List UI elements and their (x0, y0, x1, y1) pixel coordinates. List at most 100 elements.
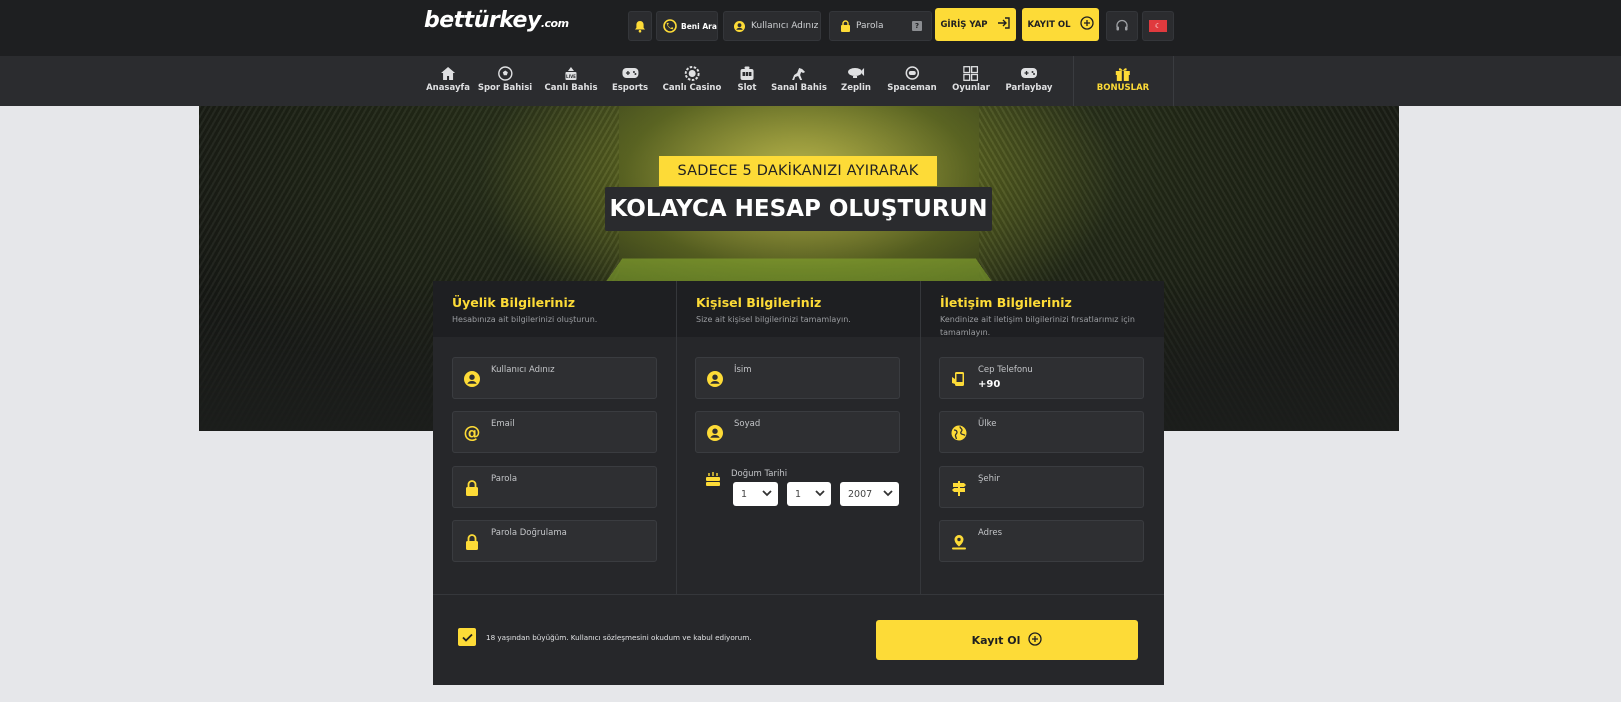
birth-month-value: 1 (795, 488, 802, 500)
field-label: Soyad (734, 419, 761, 429)
register-button[interactable]: KAYIT OL (1022, 8, 1099, 41)
map-pin-icon (950, 533, 968, 551)
nav-label: Esports (611, 83, 649, 93)
membership-title: Üyelik Bilgileriniz (452, 295, 576, 310)
register-label: KAYIT OL (1027, 19, 1071, 30)
membership-desc: Hesabınıza ait bilgilerinizi oluşturun. (452, 315, 598, 324)
login-button[interactable]: GİRİŞ YAP (935, 8, 1016, 41)
field-label: İsim (734, 365, 752, 375)
nav-divider (1073, 56, 1074, 106)
birthday-cake-icon (705, 471, 721, 491)
soccer-ball-icon (497, 65, 513, 81)
password-placeholder: Parola (856, 21, 884, 31)
column-divider (676, 281, 677, 595)
nav-label: Anasayfa (426, 83, 470, 93)
nav-label: Zeplin (841, 83, 871, 93)
lock-icon (841, 20, 850, 32)
nav-label: Spor Bahisi (477, 83, 533, 93)
nav-item-spaceman[interactable]: Spaceman (887, 65, 937, 93)
contact-header: İletişim Bilgileriniz Kendinize ait ilet… (921, 281, 1164, 337)
contact-desc: Kendinize ait iletişim bilgilerinizi fır… (940, 313, 1164, 339)
user-icon (463, 370, 481, 388)
nav-label: Parlaybay (1005, 83, 1053, 93)
plus-circle-icon (1079, 16, 1094, 33)
nav-item-oyunlar[interactable]: Oyunlar (952, 65, 990, 93)
nav-item-anasayfa[interactable]: Anasayfa (426, 65, 470, 93)
chevron-down-icon (883, 490, 893, 497)
nav-label: Canlı Casino (662, 83, 722, 93)
field-label: Parola (491, 474, 518, 484)
nav-item-parlaybay[interactable]: Parlaybay (1005, 65, 1053, 93)
gamepad-icon (1021, 65, 1038, 81)
email-field[interactable]: @ Email (452, 411, 657, 453)
notifications-button[interactable] (628, 11, 652, 41)
address-field[interactable]: Adres (939, 520, 1144, 562)
globe-icon (950, 424, 968, 442)
password-field[interactable]: Parola (452, 466, 657, 508)
call-me-button[interactable]: Beni Ara (656, 11, 718, 41)
terms-label[interactable]: 18 yaşından büyüğüm. Kullanıcı sözleşmes… (486, 633, 752, 642)
registration-form: Üyelik Bilgileriniz Hesabınıza ait bilgi… (433, 281, 1164, 685)
top-bar: bettürkey.com Beni Ara Kullanıcı Adınız … (0, 0, 1621, 56)
nav-label: Spaceman (887, 83, 937, 93)
headset-icon (1115, 19, 1129, 33)
hero-title: KOLAYCA HESAP OLUŞTURUN (605, 187, 992, 231)
first-name-field[interactable]: İsim (695, 357, 900, 399)
logo-suffix: .com (540, 17, 569, 30)
city-field[interactable]: Şehir (939, 466, 1144, 508)
nav-label: Canlı Bahis (544, 83, 598, 93)
gamepad-icon (621, 65, 638, 81)
header-password-input[interactable]: Parola ? (829, 11, 932, 41)
nav-item-esports[interactable]: Esports (612, 65, 648, 93)
nav-item-bonuslar[interactable]: BONUSLAR (1097, 65, 1149, 93)
nav-label: Sanal Bahis (771, 83, 827, 93)
header-username-input[interactable]: Kullanıcı Adınız (723, 11, 821, 41)
birth-day-value: 1 (741, 488, 748, 500)
personal-desc: Size ait kişisel bilgilerinizi tamamlayı… (696, 315, 851, 324)
call-me-label: Beni Ara (681, 21, 717, 31)
password-help-icon[interactable]: ? (912, 21, 922, 31)
birth-day-select[interactable]: 1 (733, 482, 778, 506)
nav-divider (1173, 56, 1174, 106)
login-label: GİRİŞ YAP (940, 19, 988, 30)
password-confirm-field[interactable]: Parola Doğrulama (452, 520, 657, 562)
field-label: Kullanıcı Adınız (491, 365, 555, 375)
form-divider (433, 594, 1164, 595)
user-icon (706, 424, 724, 442)
site-logo[interactable]: bettürkey.com (424, 8, 569, 33)
username-field[interactable]: Kullanıcı Adınız (452, 357, 657, 399)
terms-checkbox[interactable] (458, 628, 476, 646)
phone-call-icon (663, 19, 677, 33)
contact-desc-line2: tamamlayın. (940, 328, 991, 337)
birth-month-select[interactable]: 1 (787, 482, 831, 506)
birth-year-select[interactable]: 2007 (840, 482, 899, 506)
nav-item-canli-bahis[interactable]: LIVE Canlı Bahis (544, 65, 598, 93)
surname-field[interactable]: Soyad (695, 411, 900, 453)
birth-date-label: Doğum Tarihi (731, 469, 788, 479)
user-icon (706, 370, 724, 388)
nav-item-slot[interactable]: Slot (737, 65, 757, 93)
zeppelin-icon (847, 65, 865, 81)
nav-item-zeplin[interactable]: Zeplin (841, 65, 871, 93)
phone-prefix: +90 (978, 379, 1001, 390)
submit-register-button[interactable]: Kayıt Ol (876, 620, 1138, 660)
spaceman-icon (904, 65, 920, 81)
contact-title: İletişim Bilgileriniz (940, 295, 1072, 310)
lock-icon (463, 479, 481, 497)
casino-chip-icon (684, 65, 700, 81)
live-bet-icon: LIVE (564, 65, 579, 81)
language-selector[interactable]: ☾ (1142, 11, 1174, 41)
turkey-flag-icon: ☾ (1149, 20, 1167, 32)
country-field[interactable]: Ülke (939, 411, 1144, 453)
mobile-phone-field[interactable]: Cep Telefonu +90 (939, 357, 1144, 399)
username-placeholder: Kullanıcı Adınız (751, 21, 819, 31)
personal-title: Kişisel Bilgileriniz (696, 295, 822, 310)
personal-header: Kişisel Bilgileriniz Size ait kişisel bi… (677, 281, 920, 337)
column-divider (920, 281, 921, 595)
nav-item-canli-casino[interactable]: Canlı Casino (662, 65, 722, 93)
nav-item-sanal-bahis[interactable]: Sanal Bahis (771, 65, 827, 93)
at-sign-icon: @ (463, 423, 481, 443)
support-button[interactable] (1106, 11, 1138, 41)
nav-label: Slot (737, 83, 757, 93)
nav-item-spor-bahisi[interactable]: Spor Bahisi (478, 65, 532, 93)
